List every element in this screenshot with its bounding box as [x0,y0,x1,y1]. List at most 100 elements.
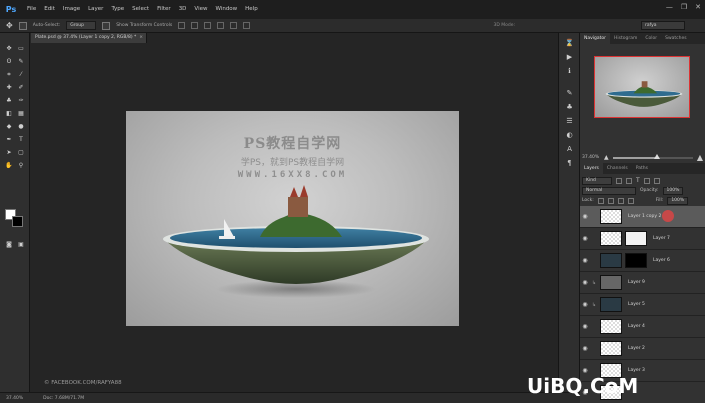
menu-file[interactable]: File [23,0,40,19]
menu-edit[interactable]: Edit [40,0,59,19]
layer-thumbnail[interactable] [600,231,622,246]
minimize-button[interactable]: — [666,3,673,11]
background-color-swatch[interactable] [12,216,23,227]
align-left-icon[interactable] [217,22,225,29]
eraser-tool-icon[interactable]: ◧ [4,110,14,118]
menu-3d[interactable]: 3D [175,0,191,19]
layer-name[interactable]: Layer 5 [628,302,645,307]
tab-paths[interactable]: Paths [632,163,652,174]
transform-controls-checkbox[interactable] [102,21,111,30]
smart-object-filter-icon[interactable] [653,177,660,184]
pen-tool-icon[interactable]: ✒ [4,136,14,144]
move-tool-icon[interactable]: ✥ [4,45,14,53]
lock-pixels-icon[interactable] [607,197,614,204]
hand-tool-icon[interactable]: ✋ [4,162,14,170]
blend-mode-dropdown[interactable]: Normal [582,186,636,195]
layer-mask-thumbnail[interactable] [625,231,647,246]
layer-name[interactable]: Layer 3 [628,368,645,373]
navigator-zoom-value[interactable]: 37.40% [582,155,600,160]
layer-row[interactable]: ◉ ↳ Layer 5 [580,294,705,316]
shape-filter-icon[interactable] [643,177,650,184]
layer-thumbnail[interactable] [600,297,622,312]
layer-mask-thumbnail[interactable] [625,253,647,268]
visibility-eye-icon[interactable]: ◉ [580,213,590,220]
tab-layers[interactable]: Layers [580,163,603,174]
layer-name[interactable]: Layer 2 [628,346,645,351]
tab-swatches[interactable]: Swatches [661,33,691,44]
visibility-eye-icon[interactable]: ◉ [580,345,590,352]
workspace-switcher[interactable]: rafya [641,21,685,30]
close-button[interactable]: ✕ [695,3,701,11]
type-tool-icon[interactable]: T [16,136,26,144]
actions-panel-icon[interactable]: ▶ [564,53,575,62]
lock-all-icon[interactable] [627,197,634,204]
layer-thumbnail[interactable] [600,275,622,290]
menu-type[interactable]: Type [107,0,128,19]
menu-layer[interactable]: Layer [84,0,107,19]
screen-mode-icon[interactable]: ▣ [16,241,26,249]
clone-stamp-tool-icon[interactable]: ♣ [4,97,14,105]
align-center-icon[interactable] [230,22,238,29]
layer-kind-filter[interactable]: Kind [582,176,612,185]
adjustment-filter-icon[interactable] [626,177,632,184]
menu-help[interactable]: Help [241,0,262,19]
history-panel-icon[interactable]: ⌛ [564,39,575,48]
properties-panel-icon[interactable]: ☰ [564,117,575,126]
visibility-eye-icon[interactable]: ◉ [580,367,590,374]
move-tool-preset-icon[interactable]: ✥ [6,21,13,30]
lock-position-icon[interactable] [617,197,624,204]
tab-histogram[interactable]: Histogram [610,33,641,44]
layer-thumbnail[interactable] [600,319,622,334]
navigator-zoom-slider[interactable] [612,153,693,159]
pixel-filter-icon[interactable] [616,177,622,184]
layer-row[interactable]: ◉ Layer 7 [580,228,705,250]
visibility-eye-icon[interactable]: ◉ [580,323,590,330]
navigator-preview[interactable] [594,56,690,118]
path-select-tool-icon[interactable]: ➤ [4,149,14,157]
status-zoom[interactable]: 37.40% [6,396,23,401]
dodge-tool-icon[interactable]: ● [16,123,26,131]
visibility-eye-icon[interactable]: ◉ [580,235,590,242]
tab-channels[interactable]: Channels [603,163,632,174]
visibility-eye-icon[interactable]: ◉ [580,279,590,286]
lock-transparent-icon[interactable] [597,197,604,204]
crop-tool-icon[interactable]: ⌗ [4,71,14,79]
quick-select-tool-icon[interactable]: ✎ [16,58,26,66]
type-filter-icon[interactable]: T [636,177,640,184]
align-top-icon[interactable] [178,22,186,29]
lasso-tool-icon[interactable]: ʘ [4,58,14,66]
eyedropper-tool-icon[interactable]: ⁄ [16,71,26,79]
maximize-button[interactable]: ❐ [681,3,687,11]
quick-mask-icon[interactable]: ◙ [4,241,14,249]
zoom-in-icon[interactable]: ▲ [697,153,703,162]
paragraph-panel-icon[interactable]: ¶ [564,159,575,168]
clone-source-icon[interactable]: ♣ [564,103,575,112]
align-middle-icon[interactable] [191,22,199,29]
tab-navigator[interactable]: Navigator [580,33,611,44]
menu-filter[interactable]: Filter [153,0,175,19]
adjustments-panel-icon[interactable]: ◐ [564,131,575,140]
layer-row[interactable]: ◉ Layer 1 copy 2 [580,206,705,228]
align-right-icon[interactable] [243,22,251,29]
healing-tool-icon[interactable]: ✚ [4,84,14,92]
auto-select-checkbox[interactable] [18,21,27,30]
layer-row[interactable]: ◉ Layer 4 [580,316,705,338]
gradient-tool-icon[interactable]: ▦ [16,110,26,118]
navigator-zoom-knob[interactable] [653,153,660,159]
layer-name[interactable]: Layer 7 [653,236,670,241]
layer-name[interactable]: Layer 9 [628,280,645,285]
menu-view[interactable]: View [190,0,211,19]
blur-tool-icon[interactable]: ◆ [4,123,14,131]
menu-window[interactable]: Window [211,0,241,19]
layer-thumbnail[interactable] [600,341,622,356]
menu-select[interactable]: Select [128,0,153,19]
document-tab-close-icon[interactable]: × [139,33,143,43]
layer-name[interactable]: Layer 1 copy 2 [628,214,661,219]
visibility-eye-icon[interactable]: ◉ [580,257,590,264]
history-brush-tool-icon[interactable]: ✑ [16,97,26,105]
layer-name[interactable]: Layer 4 [628,324,645,329]
fill-field[interactable]: 100% [667,196,689,205]
layer-name[interactable]: Layer 6 [653,258,670,263]
brush-panel-icon[interactable]: ✎ [564,89,575,98]
align-bottom-icon[interactable] [204,22,212,29]
